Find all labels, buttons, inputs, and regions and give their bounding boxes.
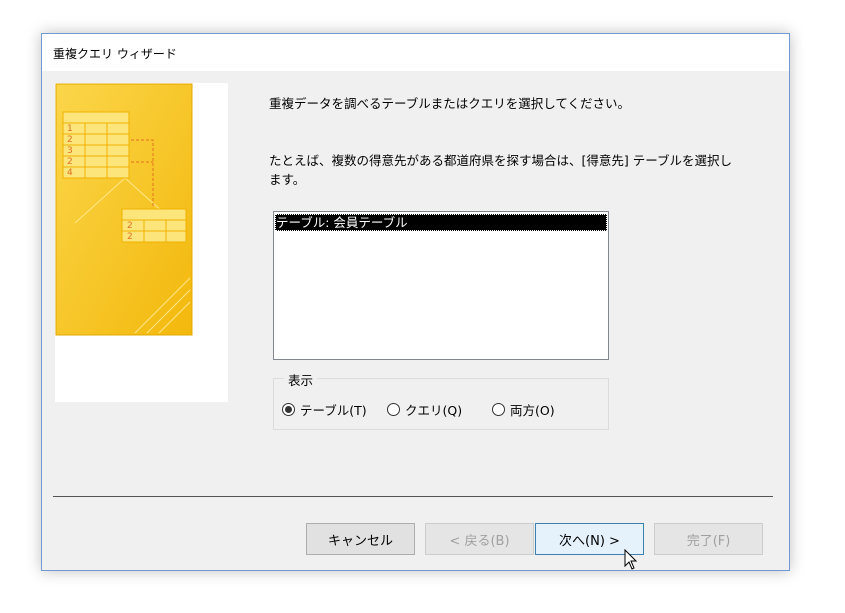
instruction-text: 重複データを調べるテーブルまたはクエリを選択してください。 — [269, 96, 631, 111]
art-table2-num-2: 2 — [127, 232, 133, 242]
wizard-illustration-panel: 1 2 3 2 4 2 2 — [55, 83, 228, 402]
radio-tables-label: テーブル(T) — [300, 403, 367, 418]
radio-queries-label: クエリ(Q) — [405, 403, 463, 418]
radio-tables[interactable]: テーブル(T) — [282, 400, 367, 419]
radio-unchecked-icon — [492, 403, 505, 416]
example-line-1: たとえば、複数の得意先がある都道府県を探す場合は、[得意先] テーブルを選択し — [269, 153, 732, 168]
radio-checked-icon — [282, 403, 295, 416]
list-item[interactable]: テーブル: 会員テーブル — [275, 214, 607, 231]
radio-unchecked-icon — [387, 403, 400, 416]
art-table1-num-4: 2 — [67, 157, 73, 167]
radio-both[interactable]: 両方(O) — [492, 400, 555, 419]
art-table1-num-1: 1 — [67, 124, 73, 134]
finish-button[interactable]: 完了(F) — [654, 523, 763, 555]
radio-both-label: 両方(O) — [510, 403, 555, 418]
table-query-listbox[interactable]: テーブル: 会員テーブル — [273, 211, 609, 360]
art-table1-num-5: 4 — [67, 168, 73, 178]
example-line-2: ます。 — [269, 172, 306, 187]
cancel-button[interactable]: キャンセル — [306, 523, 415, 555]
art-table2-num-1: 2 — [127, 221, 133, 231]
back-button[interactable]: < 戻る(B) — [425, 523, 534, 555]
view-group: 表示 テーブル(T) クエリ(Q) 両方(O) — [273, 370, 609, 430]
duplicate-query-wizard-dialog: 重複クエリ ウィザード 1 2 3 2 4 2 2 重複データを調べるテーブルま… — [41, 33, 790, 571]
art-table1-num-3: 3 — [67, 146, 73, 156]
radio-queries[interactable]: クエリ(Q) — [387, 400, 462, 419]
wizard-illustration: 1 2 3 2 4 2 2 — [55, 83, 193, 336]
title-bar[interactable]: 重複クエリ ウィザード — [42, 34, 789, 71]
separator-line — [53, 496, 773, 497]
window-title: 重複クエリ ウィザード — [53, 47, 177, 61]
example-text: たとえば、複数の得意先がある都道府県を探す場合は、[得意先] テーブルを選択し … — [269, 151, 769, 189]
art-table1-num-2: 2 — [67, 135, 73, 145]
mouse-pointer-icon — [624, 549, 638, 570]
view-group-label: 表示 — [284, 370, 318, 389]
